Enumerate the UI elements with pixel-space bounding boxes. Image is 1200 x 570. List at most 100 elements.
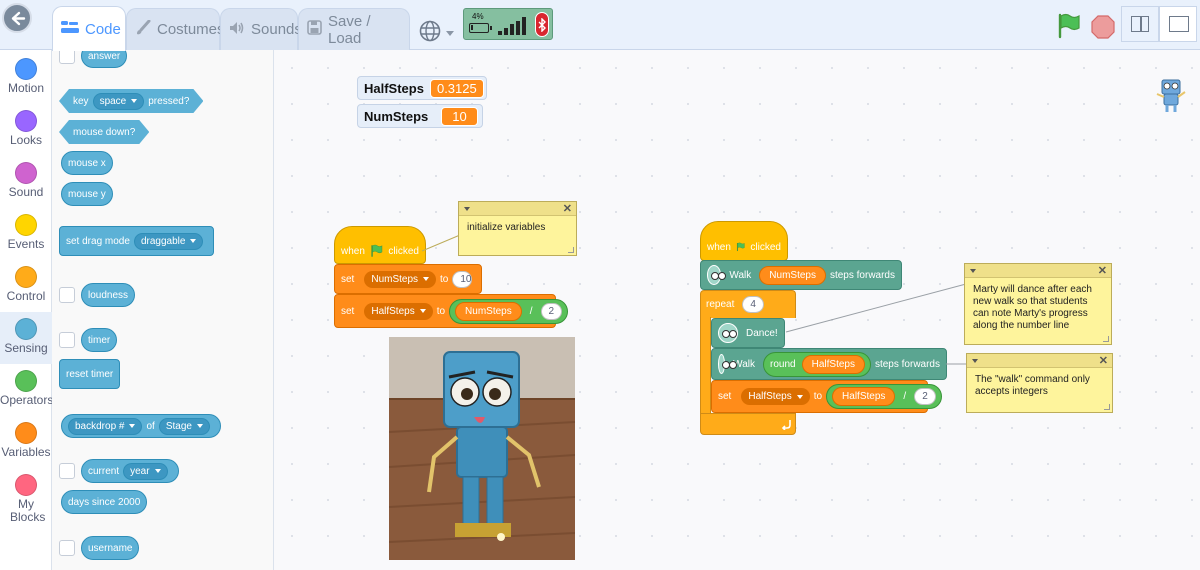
category-sound[interactable]: Sound — [0, 156, 52, 208]
key-option-dropdown[interactable]: space — [93, 93, 145, 110]
comment-walk-integers[interactable]: ✕ The "walk" command only accepts intege… — [966, 353, 1113, 413]
answer-checkbox[interactable] — [59, 50, 75, 64]
mouse-x-block[interactable]: mouse x — [61, 151, 113, 175]
variable-dropdown[interactable]: HalfSteps — [364, 302, 433, 320]
timer-checkbox[interactable] — [59, 332, 75, 348]
number-input[interactable]: 2 — [540, 302, 563, 320]
current-year-checkbox[interactable] — [59, 463, 75, 479]
when-flag-clicked-hat[interactable]: when clicked — [700, 221, 788, 261]
stop-icon[interactable] — [1091, 15, 1115, 44]
comment-header[interactable]: ✕ — [965, 264, 1111, 278]
tab-sounds[interactable]: Sounds — [220, 8, 302, 50]
when-flag-clicked-hat[interactable]: when clicked — [334, 226, 426, 264]
drag-mode-dropdown[interactable]: draggable — [133, 232, 204, 250]
category-events[interactable]: Events — [0, 208, 52, 260]
backdrop-of-stage-block[interactable]: backdrop # of Stage — [61, 414, 221, 438]
mouse-down-block[interactable]: mouse down? — [59, 120, 149, 144]
repeat-label: repeat — [706, 298, 735, 310]
monitor-halfsteps[interactable]: HalfSteps 0.3125 — [357, 76, 487, 100]
category-menu: Motion Looks Sound Events Control Sensing Oper… — [0, 50, 53, 570]
pressed-label: pressed? — [148, 95, 190, 107]
loudness-block[interactable]: loudness — [81, 283, 136, 307]
number-input[interactable]: 2 — [914, 388, 936, 405]
current-option-dropdown[interactable]: year — [123, 462, 168, 480]
green-flag-icon[interactable] — [1056, 13, 1082, 44]
tab-costumes[interactable]: Costumes — [126, 8, 225, 50]
close-icon[interactable]: ✕ — [563, 202, 572, 215]
current-year-block[interactable]: current year — [81, 459, 179, 483]
dance-label: Dance! — [746, 327, 778, 339]
category-looks[interactable]: Looks — [0, 104, 52, 156]
globe-icon[interactable] — [419, 20, 441, 47]
days-since-2000-block[interactable]: days since 2000 — [61, 490, 148, 514]
close-icon[interactable]: ✕ — [1098, 264, 1107, 277]
resize-handle[interactable] — [1104, 404, 1110, 410]
tab-costumes-label: Costumes — [157, 21, 225, 38]
category-sensing[interactable]: Sensing — [0, 312, 52, 364]
category-motion[interactable]: Motion — [0, 52, 52, 104]
set-halfsteps-block[interactable]: set HalfSteps to HalfSteps / 2 — [711, 380, 942, 413]
stage-option-dropdown[interactable]: Stage — [158, 417, 210, 435]
chevron-down-icon[interactable] — [464, 207, 470, 211]
marty-icon — [707, 265, 727, 285]
set-numsteps-block[interactable]: set NumSteps to 10 — [334, 264, 482, 294]
category-operators[interactable]: Operators — [0, 364, 53, 416]
divide-operator-block[interactable]: NumSteps / 2 — [449, 298, 569, 324]
key-pressed-block[interactable]: key space pressed? — [59, 89, 203, 113]
repeat-count-input[interactable]: 4 — [742, 295, 764, 313]
close-icon[interactable]: ✕ — [1099, 354, 1108, 367]
username-block[interactable]: username — [81, 536, 140, 560]
halfsteps-reporter[interactable]: HalfSteps — [832, 387, 896, 406]
round-label: round — [770, 358, 796, 370]
chevron-down-icon[interactable] — [970, 269, 976, 273]
category-variables[interactable]: Variables — [0, 416, 52, 468]
resize-handle[interactable] — [568, 247, 574, 253]
comment-marty-dance[interactable]: ✕ Marty will dance after each new walk s… — [964, 263, 1112, 345]
category-control[interactable]: Control — [0, 260, 52, 312]
reset-timer-block[interactable]: reset timer — [59, 359, 121, 389]
mouse-y-block[interactable]: mouse y — [61, 182, 113, 206]
loudness-label: loudness — [88, 289, 129, 301]
number-input[interactable]: 10 — [452, 270, 473, 288]
monitor-numsteps[interactable]: NumSteps 10 — [357, 104, 483, 128]
tab-code[interactable]: Code — [52, 6, 126, 51]
comment-connector — [421, 234, 461, 252]
divide-operator-block[interactable]: HalfSteps / 2 — [826, 384, 942, 409]
category-my-blocks[interactable]: My Blocks — [0, 468, 52, 524]
username-checkbox[interactable] — [59, 540, 75, 556]
device-status-panel[interactable]: 4% — [463, 8, 553, 40]
dance-block[interactable]: Dance! — [711, 318, 785, 348]
variable-dropdown[interactable]: HalfSteps — [741, 388, 810, 405]
comment-text[interactable]: Marty will dance after each new walk so … — [965, 278, 1111, 338]
set-drag-mode-block[interactable]: set drag mode draggable — [59, 226, 215, 256]
monitor-name: HalfSteps — [364, 80, 424, 96]
chevron-down-icon[interactable] — [446, 31, 454, 36]
halfsteps-reporter[interactable]: HalfSteps — [801, 354, 865, 374]
backdrop-option-dropdown[interactable]: backdrop # — [68, 417, 143, 435]
walk-round-halfsteps-block[interactable]: Walk round HalfSteps steps forwards — [711, 348, 947, 380]
comment-text[interactable]: The "walk" command only accepts integers — [967, 368, 1112, 404]
arrow-left-icon — [11, 11, 26, 26]
tab-save-load[interactable]: Save / Load — [298, 8, 410, 50]
mouse-x-label: mouse x — [68, 157, 106, 169]
variable-dropdown[interactable]: NumSteps — [364, 270, 437, 288]
large-stage-button[interactable] — [1159, 6, 1197, 42]
comment-header[interactable]: ✕ — [967, 354, 1112, 368]
back-button[interactable] — [2, 3, 32, 33]
comment-text[interactable]: initialize variables — [459, 216, 576, 240]
loudness-checkbox[interactable] — [59, 287, 75, 303]
large-stage-icon — [1169, 16, 1189, 32]
resize-handle[interactable] — [1103, 336, 1109, 342]
small-stage-button[interactable] — [1121, 6, 1159, 42]
floppy-disk-icon — [307, 20, 322, 39]
bluetooth-icon[interactable] — [535, 12, 549, 37]
comment-header[interactable]: ✕ — [459, 202, 576, 216]
chevron-down-icon[interactable] — [972, 359, 978, 363]
round-operator-block[interactable]: round HalfSteps — [763, 351, 871, 377]
comment-initialize-variables[interactable]: ✕ initialize variables — [458, 201, 577, 256]
numsteps-reporter[interactable]: NumSteps — [455, 301, 522, 321]
clicked-label: clicked — [750, 241, 781, 253]
set-halfsteps-block[interactable]: set HalfSteps to NumSteps / 2 — [334, 294, 569, 328]
answer-block[interactable]: answer — [81, 50, 128, 68]
timer-block[interactable]: timer — [81, 328, 118, 352]
